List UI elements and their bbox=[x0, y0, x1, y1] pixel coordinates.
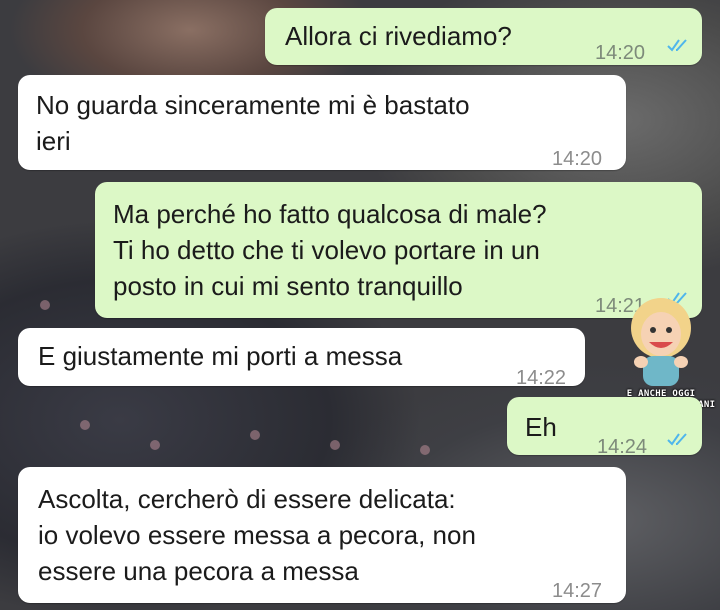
message-text: No guarda sinceramente mi è bastato bbox=[36, 90, 470, 120]
wallpaper-flower bbox=[80, 420, 90, 430]
message-text: Ti ho detto che ti volevo portare in un bbox=[113, 235, 540, 265]
message-text: Ascolta, cercherò di essere delicata: bbox=[38, 484, 456, 514]
message-text: Allora ci rivediamo? bbox=[285, 21, 512, 51]
message-text: io volevo essere messa a pecora, non bbox=[38, 520, 476, 550]
wallpaper-flower bbox=[420, 445, 430, 455]
message-bubble-outgoing[interactable]: Eh 14:24 bbox=[507, 397, 702, 458]
cartoon-girl-icon bbox=[631, 298, 691, 386]
message-text: essere una pecora a messa bbox=[38, 556, 359, 586]
wallpaper-flower bbox=[40, 300, 50, 310]
message-time: 14:20 bbox=[595, 42, 646, 64]
message-bubble-incoming[interactable]: E giustamente mi porti a messa 14:22 bbox=[18, 328, 585, 389]
message-text: posto in cui mi sento tranquillo bbox=[113, 271, 463, 301]
message-time: 14:20 bbox=[552, 148, 603, 170]
message-bubble-incoming[interactable]: No guarda sinceramente mi è bastato ieri… bbox=[18, 75, 626, 170]
message-bubble-incoming[interactable]: Ascolta, cercherò di essere delicata: io… bbox=[18, 467, 626, 603]
double-check-icon bbox=[667, 39, 687, 52]
wallpaper-flower bbox=[330, 440, 340, 450]
message-time: 14:22 bbox=[516, 367, 567, 389]
message-text: E giustamente mi porti a messa bbox=[38, 341, 403, 371]
double-check-icon bbox=[667, 433, 687, 446]
message-text: Eh bbox=[525, 412, 557, 442]
wallpaper-flower bbox=[150, 440, 160, 450]
message-time: 14:24 bbox=[597, 436, 648, 458]
message-text: ieri bbox=[36, 126, 71, 156]
wallpaper-flower bbox=[250, 430, 260, 440]
message-text: Ma perché ho fatto qualcosa di male? bbox=[113, 199, 547, 229]
message-time: 14:27 bbox=[552, 580, 603, 602]
message-bubble-outgoing[interactable]: Allora ci rivediamo? 14:20 bbox=[265, 8, 702, 65]
